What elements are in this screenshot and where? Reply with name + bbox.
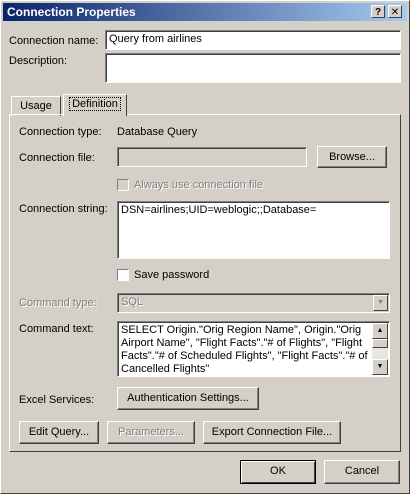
- parameters-button[interactable]: Parameters...: [107, 421, 195, 444]
- close-button[interactable]: ✕: [388, 5, 402, 18]
- connection-file-input[interactable]: [117, 147, 307, 167]
- command-text-scrollbar[interactable]: ▲ ▼: [372, 323, 388, 375]
- dialog-title: Connection Properties: [7, 5, 136, 19]
- excel-services-label: Excel Services:: [19, 394, 95, 406]
- always-use-checkbox[interactable]: [117, 179, 129, 191]
- tab-definition-label: Definition: [69, 97, 121, 111]
- always-use-label: Always use connection file: [134, 179, 264, 191]
- edit-query-button[interactable]: Edit Query...: [19, 421, 99, 444]
- connection-string-label: Connection string:: [19, 203, 108, 215]
- connection-string-input[interactable]: DSN=airlines;UID=weblogic;;Database=: [117, 201, 390, 259]
- connection-name-label: Connection name:: [9, 35, 99, 47]
- command-type-select[interactable]: SQL ▼: [117, 293, 390, 313]
- connection-name-input[interactable]: Query from airlines: [105, 30, 401, 50]
- browse-button[interactable]: Browse...: [317, 146, 387, 168]
- definition-panel: Connection type: Database Query Connecti…: [9, 114, 401, 452]
- tab-usage-label: Usage: [20, 100, 52, 112]
- cancel-button[interactable]: Cancel: [324, 460, 400, 484]
- command-text-value: SELECT Origin."Orig Region Name", Origin…: [121, 324, 368, 375]
- help-button[interactable]: ?: [371, 5, 385, 18]
- scroll-up-arrow-icon[interactable]: ▲: [372, 323, 388, 339]
- scroll-down-arrow-icon[interactable]: ▼: [372, 359, 388, 375]
- title-bar: Connection Properties ? ✕: [3, 3, 407, 21]
- description-input[interactable]: [105, 53, 401, 83]
- ok-button[interactable]: OK: [240, 460, 316, 484]
- command-type-label: Command type:: [19, 297, 97, 309]
- tab-definition[interactable]: Definition: [63, 94, 127, 116]
- connection-string-value: DSN=airlines;UID=weblogic;;Database=: [121, 204, 317, 216]
- description-label: Description:: [9, 55, 68, 67]
- tab-usage[interactable]: Usage: [11, 96, 61, 116]
- command-text-input[interactable]: SELECT Origin."Orig Region Name", Origin…: [117, 321, 390, 377]
- command-type-value: SQL: [121, 296, 144, 308]
- chevron-down-icon[interactable]: ▼: [373, 295, 388, 311]
- connection-type-label: Connection type:: [19, 126, 102, 138]
- export-connection-file-button[interactable]: Export Connection File...: [203, 421, 341, 444]
- connection-file-label: Connection file:: [19, 152, 95, 164]
- save-password-label: Save password: [134, 269, 210, 281]
- command-text-label: Command text:: [19, 323, 94, 335]
- connection-type-value: Database Query: [117, 126, 198, 138]
- authentication-settings-button[interactable]: Authentication Settings...: [117, 387, 259, 410]
- save-password-checkbox[interactable]: [117, 269, 129, 281]
- connection-properties-dialog: Connection Properties ? ✕ Connection nam…: [0, 0, 410, 494]
- scroll-thumb[interactable]: [372, 339, 388, 348]
- connection-name-value: Query from airlines: [109, 33, 202, 45]
